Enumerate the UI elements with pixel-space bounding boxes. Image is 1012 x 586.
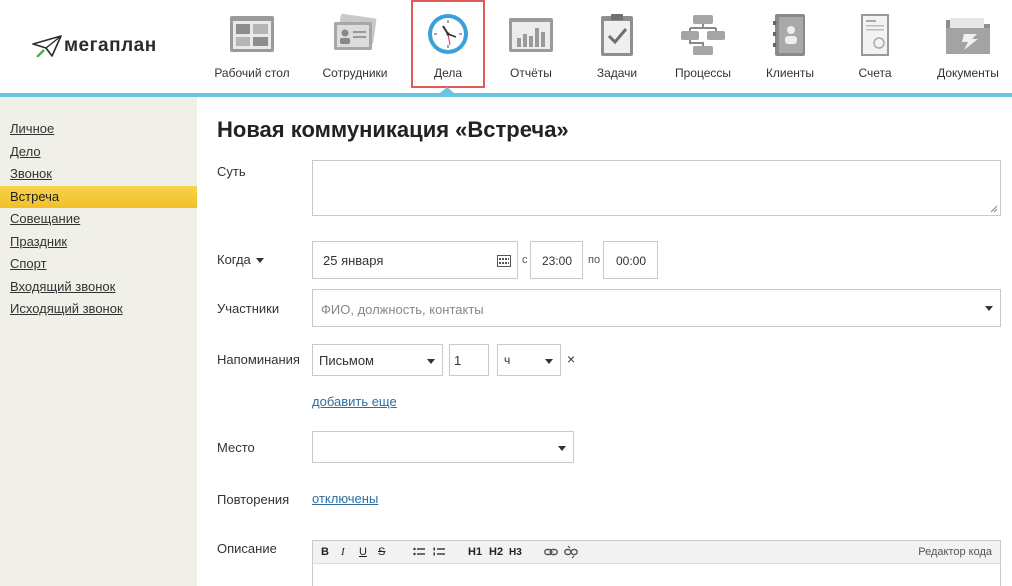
nav-reports[interactable]: Отчёты bbox=[494, 0, 568, 88]
paper-plane-logo-icon bbox=[32, 35, 62, 57]
bullet-list-icon[interactable] bbox=[413, 547, 425, 557]
nav-deals[interactable]: Дела bbox=[411, 0, 485, 88]
nav-label: Счета bbox=[858, 66, 892, 80]
essence-label: Суть bbox=[217, 164, 246, 179]
nav-clients[interactable]: Клиенты bbox=[755, 0, 825, 88]
nav-employees[interactable]: Сотрудники bbox=[310, 0, 400, 88]
underline-button[interactable]: U bbox=[359, 546, 367, 558]
nav-label: Процессы bbox=[674, 66, 731, 80]
time-from-input[interactable]: 23:00 bbox=[530, 241, 583, 279]
reminders-label: Напоминания bbox=[217, 352, 300, 367]
clock-icon bbox=[428, 14, 468, 54]
heading-1-button[interactable]: H1 bbox=[468, 546, 482, 558]
calendar-icon[interactable] bbox=[497, 255, 511, 267]
sidebar-item-personal[interactable]: Личное bbox=[0, 118, 197, 140]
numbered-list-icon[interactable] bbox=[433, 547, 445, 557]
logo-text: мегаплан bbox=[64, 35, 157, 56]
nav-label: Рабочий стол bbox=[214, 66, 290, 80]
nav-invoices[interactable]: Счета bbox=[840, 0, 910, 88]
place-select[interactable] bbox=[312, 431, 574, 463]
megaplan-logo[interactable]: мегаплан bbox=[32, 31, 157, 61]
nav-processes[interactable]: Процессы bbox=[666, 0, 740, 88]
sidebar-item-outgoing-call[interactable]: Исходящий звонок bbox=[0, 298, 197, 320]
time-from-label: с bbox=[522, 254, 528, 266]
when-label-text: Когда bbox=[217, 252, 251, 267]
time-to-input[interactable]: 00:00 bbox=[603, 241, 658, 279]
unlink-icon[interactable] bbox=[564, 545, 578, 559]
strikethrough-button[interactable]: S bbox=[378, 546, 385, 558]
essence-textarea[interactable] bbox=[312, 160, 1001, 216]
heading-2-button[interactable]: H2 bbox=[489, 546, 503, 558]
sidebar-item-incoming-call[interactable]: Входящий звонок bbox=[0, 276, 197, 298]
nav-label: Клиенты bbox=[765, 66, 815, 80]
sidebar-item-call[interactable]: Звонок bbox=[0, 163, 197, 185]
desktop-icon bbox=[230, 16, 274, 52]
nav-documents[interactable]: Документы bbox=[928, 0, 1008, 88]
when-label[interactable]: Когда bbox=[217, 252, 265, 267]
clients-addressbook-icon bbox=[773, 14, 805, 56]
description-editor[interactable] bbox=[312, 564, 1001, 586]
nav-label: Отчёты bbox=[510, 66, 552, 80]
description-label: Описание bbox=[217, 541, 277, 556]
sidebar-item-sport[interactable]: Спорт bbox=[0, 253, 197, 275]
participants-label: Участники bbox=[217, 301, 280, 316]
dropdown-arrow-icon bbox=[545, 359, 553, 364]
dropdown-arrow-icon bbox=[427, 359, 435, 364]
time-to-value: 00:00 bbox=[616, 254, 647, 268]
participants-select[interactable]: ФИО, должность, контакты bbox=[312, 289, 1001, 327]
italic-button[interactable]: I bbox=[341, 546, 345, 558]
top-navigation: мегаплан Рабочий стол Сотрудники Дела От… bbox=[0, 0, 1012, 93]
dropdown-arrow-icon bbox=[985, 306, 993, 311]
place-label: Место bbox=[217, 440, 255, 455]
time-to-label: по bbox=[588, 254, 601, 266]
sidebar: Личное Дело Звонок Встреча Совещание Пра… bbox=[0, 97, 197, 586]
link-icon[interactable] bbox=[544, 547, 558, 557]
heading-3-button[interactable]: H3 bbox=[509, 547, 522, 558]
reminder-method-select[interactable]: Письмом bbox=[312, 344, 443, 376]
remove-reminder-icon[interactable]: × bbox=[567, 351, 575, 367]
nav-label: Сотрудники bbox=[322, 66, 388, 80]
reminder-unit-select[interactable]: ч bbox=[497, 344, 561, 376]
date-value: 25 января bbox=[323, 253, 384, 268]
nav-label: Дела bbox=[433, 66, 463, 80]
reminder-amount-input[interactable]: 1 bbox=[449, 344, 489, 376]
processes-flow-icon bbox=[681, 15, 725, 55]
main-content: Новая коммуникация «Встреча» Суть Когда … bbox=[197, 97, 1012, 586]
nav-desktop[interactable]: Рабочий стол bbox=[207, 0, 297, 88]
code-editor-toggle[interactable]: Редактор кода bbox=[918, 546, 992, 558]
invoice-icon bbox=[861, 14, 889, 56]
sidebar-item-conference[interactable]: Совещание bbox=[0, 208, 197, 230]
repeat-toggle-link[interactable]: отключены bbox=[312, 491, 378, 506]
sidebar-item-holiday[interactable]: Праздник bbox=[0, 231, 197, 253]
nav-label: Документы bbox=[937, 66, 999, 80]
reminder-amount-value: 1 bbox=[454, 353, 462, 368]
resize-grip-icon[interactable] bbox=[990, 205, 998, 213]
date-input[interactable]: 25 января bbox=[312, 241, 518, 279]
tasks-clipboard-icon bbox=[601, 14, 633, 56]
nav-tasks[interactable]: Задачи bbox=[582, 0, 652, 88]
documents-folder-icon bbox=[946, 18, 990, 54]
time-from-value: 23:00 bbox=[542, 254, 573, 268]
rich-text-toolbar: B I U S H1 H2 H3 Редактор кода bbox=[312, 540, 1001, 564]
nav-label: Задачи bbox=[596, 66, 638, 80]
employees-icon bbox=[334, 13, 377, 50]
page-title: Новая коммуникация «Встреча» bbox=[217, 117, 569, 142]
bold-button[interactable]: B bbox=[321, 546, 329, 558]
reminder-unit-value: ч bbox=[504, 353, 511, 367]
participants-placeholder: ФИО, должность, контакты bbox=[321, 302, 484, 317]
sidebar-item-meeting[interactable]: Встреча bbox=[0, 186, 197, 208]
repeat-label: Повторения bbox=[217, 492, 290, 507]
reminder-method-value: Письмом bbox=[319, 353, 374, 368]
add-reminder-link[interactable]: добавить еще bbox=[312, 394, 397, 409]
caret-down-icon bbox=[256, 258, 265, 264]
dropdown-arrow-icon bbox=[558, 446, 566, 451]
reports-chart-icon bbox=[509, 18, 553, 52]
sidebar-item-deal[interactable]: Дело bbox=[0, 141, 197, 163]
